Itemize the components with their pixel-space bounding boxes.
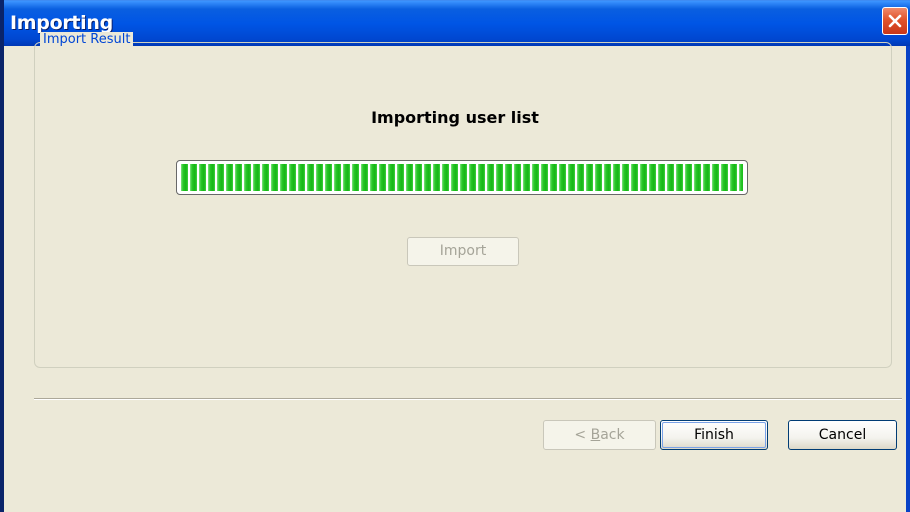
- back-prefix: <: [574, 427, 591, 443]
- finish-button[interactable]: Finish: [660, 420, 768, 450]
- separator: [34, 398, 902, 400]
- import-button[interactable]: Import: [407, 237, 519, 266]
- back-button[interactable]: < Back: [543, 420, 656, 450]
- progress-bar: [176, 160, 748, 195]
- import-result-group: [34, 42, 892, 368]
- back-accel: B: [590, 427, 601, 443]
- back-rest: ack: [600, 427, 625, 443]
- cancel-button[interactable]: Cancel: [788, 420, 897, 450]
- group-legend: Import Result: [40, 32, 134, 47]
- progress-fill: [181, 164, 743, 191]
- title-bar[interactable]: Importing: [4, 0, 910, 46]
- status-heading: Importing user list: [371, 108, 539, 127]
- close-button[interactable]: [882, 7, 908, 35]
- close-icon: [888, 14, 902, 28]
- window-title: Importing: [10, 12, 113, 34]
